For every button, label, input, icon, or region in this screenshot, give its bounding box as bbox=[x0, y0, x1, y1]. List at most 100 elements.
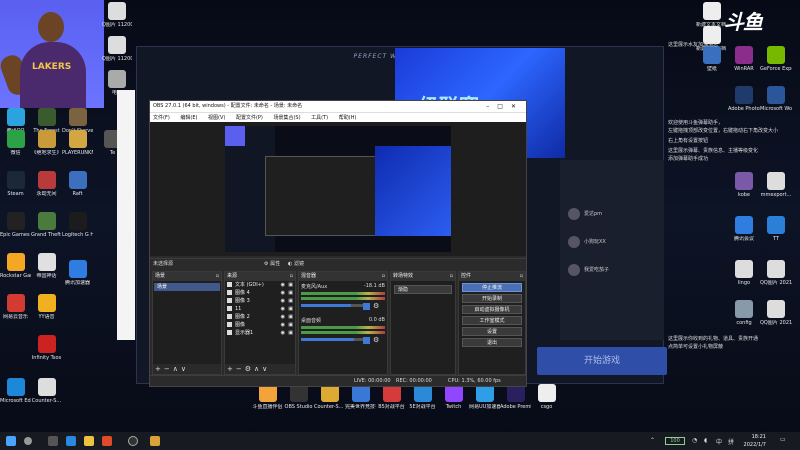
transition-select[interactable]: 渐隐 bbox=[394, 285, 452, 294]
friend-item[interactable]: 爱达pm bbox=[568, 206, 658, 222]
desktop-icon[interactable]: 帝国神话 bbox=[31, 253, 62, 279]
task-view-icon[interactable] bbox=[48, 436, 58, 446]
desktop-icon[interactable]: kobe bbox=[728, 172, 760, 198]
taskbar-clock[interactable]: 18:21 2022/1/7 bbox=[744, 433, 766, 449]
control-button[interactable]: 退出 bbox=[462, 338, 522, 347]
lock-icon[interactable]: ▣ bbox=[288, 321, 293, 329]
desktop-icon[interactable]: 壁纸 bbox=[696, 46, 728, 72]
obs-preview[interactable] bbox=[225, 126, 451, 252]
desktop-icon[interactable]: YY语音 bbox=[31, 294, 62, 320]
menu-help[interactable]: 帮助(H) bbox=[339, 115, 357, 121]
gear-icon[interactable]: ⚙ bbox=[373, 336, 379, 344]
close-icon[interactable]: ▫ bbox=[450, 272, 453, 281]
desktop-icon[interactable]: GeForce Experience bbox=[760, 46, 792, 72]
sources-toolbar[interactable]: +−⚙∧∨ bbox=[225, 364, 295, 374]
volume-slider[interactable] bbox=[301, 338, 363, 341]
desktop-icon[interactable]: config bbox=[728, 300, 760, 326]
desktop-icon[interactable]: 腾讯加速器 bbox=[62, 260, 93, 286]
file-explorer-icon[interactable] bbox=[84, 436, 94, 446]
ime-mode-icon[interactable]: 拼 bbox=[728, 437, 734, 446]
control-button[interactable]: 启动虚拟摄像机 bbox=[462, 305, 522, 314]
obs-titlebar[interactable]: OBS 27.0.1 (64 bit, windows) - 配置文件: 未命名… bbox=[150, 101, 526, 112]
desktop-icon[interactable]: Counter-S... Global Off... bbox=[314, 384, 345, 410]
start-game-button[interactable]: 开始游戏 bbox=[537, 347, 667, 375]
mute-icon[interactable] bbox=[363, 303, 370, 310]
mute-icon[interactable] bbox=[363, 337, 370, 344]
desktop-icon[interactable]: 微信 bbox=[0, 130, 31, 156]
desktop-icon[interactable]: QQ图片 20210801... bbox=[760, 260, 792, 286]
desktop-icon[interactable]: Steam bbox=[0, 171, 31, 197]
source-item[interactable]: 文本 (GDI+) ◉ ▣ bbox=[225, 281, 295, 289]
desktop-icon[interactable]: B5对战平台 bbox=[376, 384, 407, 410]
lock-icon[interactable]: ▣ bbox=[288, 281, 293, 289]
menu-edit[interactable]: 编辑(E) bbox=[180, 115, 197, 121]
source-item[interactable]: 图像 3 ◉ ▣ bbox=[225, 297, 295, 305]
visibility-icon[interactable]: ◉ bbox=[281, 329, 285, 337]
desktop-icon[interactable]: 《绝地求生》 bbox=[31, 130, 62, 156]
menu-scene-collection[interactable]: 场景集合(S) bbox=[273, 115, 300, 121]
desktop-icon[interactable]: Epic Games Launcher bbox=[0, 212, 31, 238]
edge-icon[interactable] bbox=[66, 436, 76, 446]
battery-indicator[interactable]: 100 bbox=[665, 437, 685, 445]
scene-item[interactable]: 场景 bbox=[154, 283, 220, 291]
source-item[interactable]: 图像 2 ◉ ▣ bbox=[225, 313, 295, 321]
source-item[interactable]: 图像 4 ◉ ▣ bbox=[225, 289, 295, 297]
desktop-icon[interactable]: WinRAR bbox=[728, 46, 760, 72]
filters-button[interactable]: ◐ 滤镜 bbox=[288, 259, 304, 269]
desktop-icon[interactable]: Q图片 11200... bbox=[102, 2, 132, 28]
desktop-icon[interactable]: 永劫无间 bbox=[31, 171, 62, 197]
gear-icon[interactable]: ⚙ bbox=[373, 302, 379, 310]
desktop-icon[interactable]: Microsoft Edge bbox=[0, 378, 31, 404]
friend-item[interactable]: 小狗玩XX bbox=[568, 234, 658, 250]
source-item[interactable]: 图像 ◉ ▣ bbox=[225, 321, 295, 329]
lock-icon[interactable]: ▣ bbox=[288, 305, 293, 313]
desktop-icon[interactable]: 网易UU加速器 bbox=[469, 384, 500, 410]
lock-icon[interactable]: ▣ bbox=[288, 329, 293, 337]
lock-icon[interactable]: ▣ bbox=[288, 297, 293, 305]
network-icon[interactable]: ◔ bbox=[692, 437, 697, 444]
visibility-icon[interactable]: ◉ bbox=[281, 305, 285, 313]
desktop-icon[interactable]: 腾讯会议 bbox=[728, 216, 760, 242]
desktop-icon[interactable]: Rockstar Games... bbox=[0, 253, 31, 279]
desktop-icon[interactable]: 斗鱼直播伴侣 bbox=[252, 384, 283, 410]
obs-taskbar-icon[interactable] bbox=[128, 436, 138, 446]
notification-icon[interactable]: ▭ bbox=[780, 436, 786, 443]
close-icon[interactable]: ▫ bbox=[216, 272, 219, 281]
desktop-icon[interactable]: Adobe Premie... bbox=[500, 384, 531, 410]
desktop-icon[interactable]: Infinity Tsos bbox=[31, 335, 62, 361]
desktop-icon[interactable]: mmexport... bbox=[760, 172, 792, 198]
desktop-icon[interactable]: Raft bbox=[62, 171, 93, 197]
menu-profile[interactable]: 配置文件(P) bbox=[236, 115, 263, 121]
tray-icons[interactable]: ⌃ bbox=[650, 437, 655, 444]
control-button[interactable]: 设置 bbox=[462, 327, 522, 336]
control-button[interactable]: 开始录制 bbox=[462, 294, 522, 303]
close-icon[interactable]: ▫ bbox=[520, 272, 523, 281]
menu-view[interactable]: 视图(V) bbox=[208, 115, 225, 121]
source-item[interactable]: 11 ◉ ▣ bbox=[225, 305, 295, 313]
lock-icon[interactable]: ▣ bbox=[288, 289, 293, 297]
desktop-icon[interactable]: Grand Theft Auto V bbox=[31, 212, 62, 238]
visibility-icon[interactable]: ◉ bbox=[281, 289, 285, 297]
desktop-icon[interactable]: QQ图片 20210901... bbox=[760, 300, 792, 326]
properties-button[interactable]: ⚙ 属性 bbox=[264, 259, 280, 269]
desktop-icon[interactable]: Counter-S... bbox=[31, 378, 62, 404]
friend-item[interactable]: 我爱吃茄子 bbox=[568, 262, 658, 278]
lock-icon[interactable]: ▣ bbox=[288, 313, 293, 321]
visibility-icon[interactable]: ◉ bbox=[281, 281, 285, 289]
desktop-icon[interactable]: 完美世界竞技平台 bbox=[345, 384, 376, 410]
menu-tools[interactable]: 工具(T) bbox=[311, 115, 328, 121]
window-controls[interactable]: –□✕ bbox=[486, 101, 524, 112]
volume-slider[interactable] bbox=[301, 304, 363, 307]
visibility-icon[interactable]: ◉ bbox=[281, 313, 285, 321]
desktop-icon[interactable]: csgo bbox=[531, 384, 562, 410]
search-icon[interactable] bbox=[24, 437, 32, 445]
qq-side-panel[interactable] bbox=[117, 90, 135, 340]
visibility-icon[interactable]: ◉ bbox=[281, 297, 285, 305]
scenes-toolbar[interactable]: +−∧∨ bbox=[153, 364, 221, 374]
visibility-icon[interactable]: ◉ bbox=[281, 321, 285, 329]
control-button[interactable]: 停止推流 bbox=[462, 283, 522, 292]
volume-icon[interactable]: ◖ bbox=[704, 437, 707, 444]
obs-window[interactable]: OBS 27.0.1 (64 bit, windows) - 配置文件: 未命名… bbox=[149, 100, 527, 387]
close-icon[interactable]: ▫ bbox=[382, 272, 385, 281]
menu-file[interactable]: 文件(F) bbox=[153, 115, 170, 121]
